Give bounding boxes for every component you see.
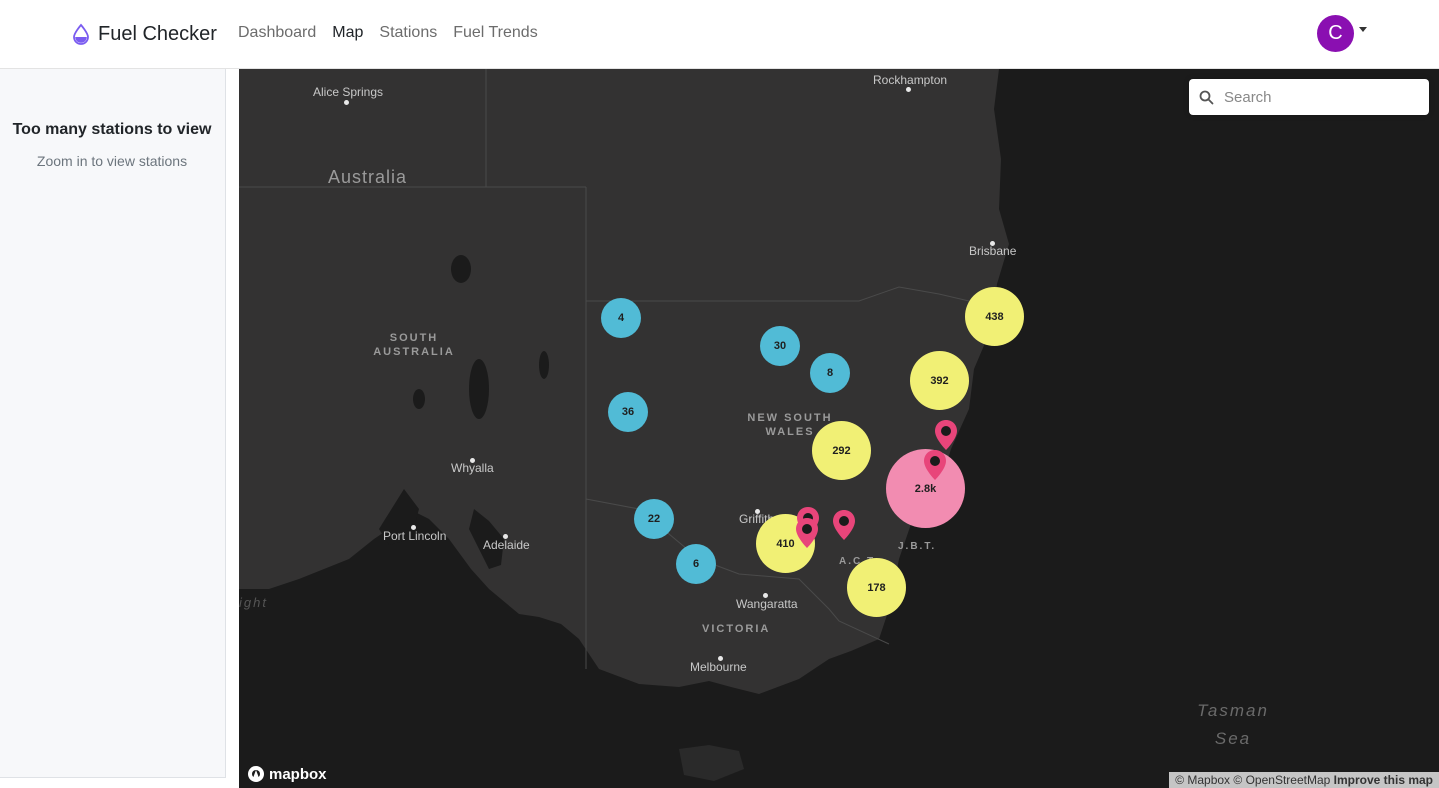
city-whyalla: Whyalla	[451, 461, 494, 475]
station-sidebar: Too many stations to view Zoom in to vie…	[0, 69, 226, 778]
sidebar-title: Too many stations to view	[12, 121, 212, 138]
region-line: SOUTH	[389, 332, 439, 344]
city-alice-springs: Alice Springs	[313, 85, 384, 99]
map-search[interactable]	[1189, 79, 1429, 115]
mapbox-logo[interactable]: mapbox	[247, 765, 327, 783]
sea-line: Tasman	[1197, 701, 1269, 720]
city-dot	[906, 87, 911, 92]
station-pin-icon[interactable]	[832, 509, 856, 541]
sea-tasman: Tasman Sea	[1183, 697, 1283, 753]
city-adelaide: Adelaide	[483, 538, 530, 552]
cluster-marker[interactable]: 6	[676, 544, 716, 584]
cluster-marker[interactable]: 178	[847, 558, 906, 617]
nav-map[interactable]: Map	[332, 22, 363, 44]
region-victoria: VICTORIA	[702, 623, 771, 635]
cluster-marker[interactable]: 36	[608, 392, 648, 432]
map-attribution: © Mapbox © OpenStreetMap Improve this ma…	[1169, 772, 1439, 788]
brand[interactable]: Fuel Checker	[72, 18, 217, 50]
user-menu[interactable]: C	[1317, 15, 1367, 52]
improve-map-link[interactable]: Improve this map	[1334, 773, 1433, 787]
city-wangaratta: Wangaratta	[736, 597, 798, 611]
city-brisbane: Brisbane	[969, 244, 1017, 258]
bight-label: ight	[239, 595, 268, 610]
cluster-marker[interactable]: 292	[812, 421, 871, 480]
station-pin-icon[interactable]	[795, 517, 819, 549]
city-port-lincoln: Port Lincoln	[383, 529, 447, 543]
mapbox-logo-text: mapbox	[269, 765, 327, 783]
country-label: Australia	[328, 167, 408, 187]
mapbox-logo-icon	[248, 766, 264, 782]
search-input[interactable]	[1224, 88, 1414, 106]
nav-fuel-trends[interactable]: Fuel Trends	[453, 22, 537, 44]
region-jbt: J.B.T.	[898, 541, 937, 552]
cluster-marker[interactable]: 30	[760, 326, 800, 366]
station-pin-icon[interactable]	[934, 419, 958, 451]
cluster-marker[interactable]: 392	[910, 351, 969, 410]
attribution-osm-link[interactable]: © OpenStreetMap	[1233, 773, 1330, 787]
nav-stations[interactable]: Stations	[379, 22, 437, 44]
region-line: AUSTRALIA	[373, 346, 455, 358]
city-melbourne: Melbourne	[690, 660, 747, 674]
fuel-drop-icon	[73, 23, 89, 45]
station-pin-icon[interactable]	[923, 449, 947, 481]
region-line: NEW SOUTH	[747, 412, 833, 424]
caret-down-icon[interactable]	[1359, 27, 1367, 32]
map-canvas[interactable]: Rockhampton Alice Springs Australia Bris…	[239, 69, 1439, 788]
avatar[interactable]: C	[1317, 15, 1354, 52]
cluster-marker[interactable]: 4	[601, 298, 641, 338]
region-south-australia: SOUTH AUSTRALIA	[369, 331, 459, 359]
city-dot	[344, 100, 349, 105]
sea-line: Sea	[1214, 729, 1252, 748]
search-icon	[1199, 90, 1214, 104]
attribution-mapbox-link[interactable]: © Mapbox	[1175, 773, 1230, 787]
main-nav: Dashboard Map Stations Fuel Trends	[238, 22, 554, 44]
sidebar-subtitle: Zoom in to view stations	[36, 153, 188, 169]
city-rockhampton: Rockhampton	[873, 73, 948, 87]
cluster-marker[interactable]: 22	[634, 499, 674, 539]
cluster-marker[interactable]: 8	[810, 353, 850, 393]
cluster-marker[interactable]: 438	[965, 287, 1024, 346]
top-navbar: Fuel Checker Dashboard Map Stations Fuel…	[0, 0, 1439, 69]
nav-dashboard[interactable]: Dashboard	[238, 22, 316, 44]
brand-title: Fuel Checker	[98, 22, 217, 45]
